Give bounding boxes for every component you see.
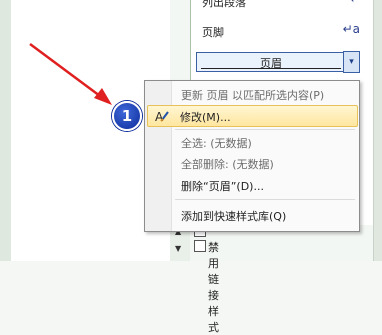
style-underline-divider <box>201 68 341 69</box>
menu-item-delete-style[interactable]: 删除“页眉”(D)... <box>147 175 356 195</box>
disable-linked-styles-label: 禁用链接样式 <box>208 241 219 334</box>
menu-item-select-all[interactable]: 全选: (无数据) <box>147 132 356 152</box>
step-number-badge: 1 <box>112 101 142 131</box>
disable-linked-styles-checkbox[interactable] <box>194 240 206 252</box>
menu-item-label: 全部删除: (无数据) <box>181 158 274 171</box>
svg-text:A: A <box>155 110 164 124</box>
menu-item-add-to-quick-styles[interactable]: 添加到快速样式库(Q) <box>147 205 356 225</box>
style-context-menu: 更新 页眉 以匹配所选内容(P) A 修改(M)... 全选: (无数据) 全部… <box>144 80 360 232</box>
menu-item-modify[interactable]: A 修改(M)... <box>147 105 358 127</box>
style-item-list-paragraph[interactable]: 列出段落 ↵ <box>190 0 368 12</box>
menu-item-label: 修改(M)... <box>180 111 231 124</box>
menu-item-update-to-match[interactable]: 更新 页眉 以匹配所选内容(P) <box>147 84 356 104</box>
style-dropdown-button[interactable]: ▾ <box>343 51 360 73</box>
linked-style-icon: ↵a <box>342 22 360 36</box>
menu-item-label: 删除“页眉”(D)... <box>181 180 264 193</box>
menu-item-delete-all[interactable]: 全部删除: (无数据) <box>147 153 356 173</box>
menu-separator <box>175 199 355 200</box>
style-item-footer[interactable]: 页脚 ↵a <box>190 20 368 42</box>
menu-item-label: 更新 页眉 以匹配所选内容(P) <box>181 89 325 102</box>
style-item-label: 页脚 <box>202 26 224 39</box>
selected-style-box: 页眉 <box>196 52 346 72</box>
modify-style-icon: A <box>154 108 170 124</box>
style-item-header[interactable]: 页眉 <box>190 50 368 74</box>
scroll-down-icon[interactable]: ▼ <box>175 244 181 253</box>
menu-separator <box>175 129 355 130</box>
menu-item-label: 全选: (无数据) <box>181 137 252 150</box>
paragraph-mark-icon: ↵ <box>350 0 360 6</box>
pane-scrollbar[interactable] <box>373 0 382 261</box>
style-item-label: 列出段落 <box>202 0 246 9</box>
menu-item-label: 添加到快速样式库(Q) <box>181 210 287 223</box>
document-margin-strip <box>0 0 11 261</box>
